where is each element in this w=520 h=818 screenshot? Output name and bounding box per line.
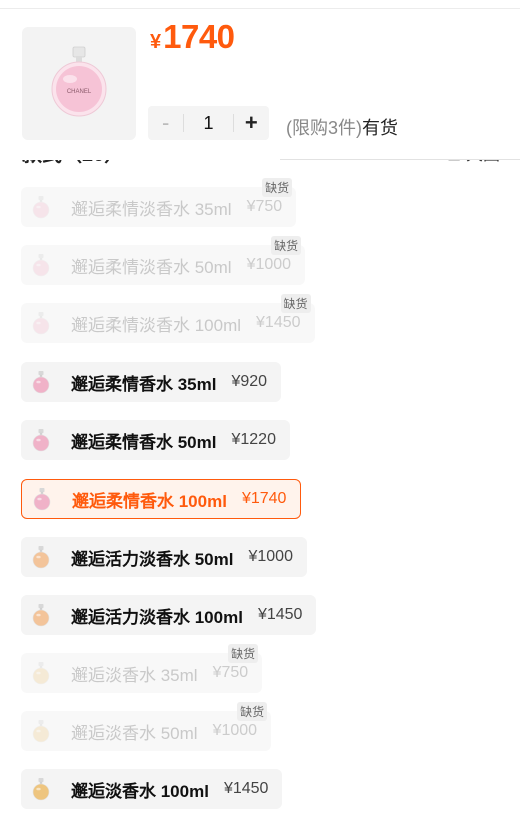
- variant-option[interactable]: 邂逅活力淡香水 100ml ¥1450: [21, 595, 317, 635]
- perfume-bottle-icon: [29, 194, 53, 220]
- variant-price: ¥1450: [223, 780, 269, 797]
- variant-option[interactable]: 邂逅柔情香水 35ml ¥920: [21, 362, 282, 402]
- variant-price: ¥1450: [256, 314, 301, 331]
- divider: [0, 8, 520, 9]
- variant-option[interactable]: 邂逅淡香水 50ml ¥1000 缺货: [21, 702, 272, 751]
- increase-button[interactable]: +: [234, 106, 269, 140]
- variant-name: 邂逅柔情香水 100ml: [72, 491, 227, 511]
- product-summary: CHANEL ¥ 1740 - 1 + (限购3件)有货: [0, 0, 520, 160]
- perfume-bottle-icon: [29, 776, 53, 802]
- perfume-bottle-icon: [30, 486, 54, 512]
- product-image: CHANEL: [22, 27, 136, 140]
- price: ¥ 1740: [150, 18, 235, 56]
- out-of-stock-badge: 缺货: [271, 236, 302, 255]
- variant-name: 邂逅淡香水 50ml: [71, 723, 198, 743]
- perfume-bottle-icon: [29, 718, 53, 744]
- perfume-bottle-icon: [29, 544, 53, 570]
- variant-name: 邂逅柔情香水 50ml: [71, 432, 217, 452]
- variant-option[interactable]: 邂逅柔情香水 50ml ¥1220: [21, 420, 290, 460]
- perfume-bottle-icon: [29, 369, 53, 395]
- purchase-limit: (限购3件): [286, 118, 362, 138]
- variant-price: ¥1000: [248, 548, 293, 565]
- out-of-stock-badge: 缺货: [280, 294, 311, 313]
- variant-price: ¥1740: [241, 490, 287, 507]
- decrease-button[interactable]: -: [148, 106, 183, 140]
- variant-option[interactable]: 邂逅淡香水 100ml ¥1450: [21, 769, 283, 809]
- divider: [280, 159, 520, 160]
- price-value: 1740: [163, 18, 235, 55]
- variant-option[interactable]: 邂逅活力淡香水 50ml ¥1000: [21, 537, 307, 577]
- variant-name: 邂逅柔情淡香水 50ml: [71, 257, 232, 277]
- stock-status: 有货: [362, 118, 398, 138]
- variant-option[interactable]: 邂逅淡香水 35ml ¥750 缺货: [21, 644, 263, 693]
- perfume-bottle-icon: [29, 660, 53, 686]
- variant-option[interactable]: 邂逅柔情香水 100ml ¥1740: [21, 479, 302, 519]
- variant-price: ¥1450: [257, 606, 303, 623]
- out-of-stock-badge: 缺货: [237, 702, 268, 721]
- variant-name: 邂逅柔情香水 35ml: [71, 374, 217, 394]
- variant-name: 邂逅活力淡香水 100ml: [71, 607, 243, 627]
- quantity-value[interactable]: 1: [184, 113, 232, 134]
- variant-price: ¥750: [212, 664, 249, 681]
- out-of-stock-badge: 缺货: [228, 644, 259, 663]
- variant-name: 邂逅淡香水 100ml: [71, 781, 209, 801]
- variant-name: 邂逅活力淡香水 50ml: [71, 549, 234, 569]
- variant-name: 邂逅柔情淡香水 35ml: [71, 199, 232, 219]
- stock-info: (限购3件)有货: [286, 114, 398, 140]
- variant-option[interactable]: 邂逅柔情淡香水 35ml ¥750 缺货: [21, 178, 297, 227]
- variant-price: ¥1000: [246, 256, 292, 273]
- variant-option[interactable]: 邂逅柔情淡香水 100ml ¥1450 缺货: [21, 294, 315, 343]
- quantity-stepper: - 1 +: [148, 106, 269, 140]
- perfume-bottle-icon: [29, 252, 53, 278]
- variant-option[interactable]: 邂逅柔情淡香水 50ml ¥1000 缺货: [21, 236, 306, 285]
- variant-name: 邂逅柔情淡香水 100ml: [71, 315, 242, 335]
- perfume-bottle-icon: [29, 427, 53, 453]
- perfume-bottle-icon: [29, 310, 53, 336]
- out-of-stock-badge: 缺货: [262, 178, 293, 197]
- variant-price: ¥1220: [231, 431, 276, 448]
- variant-price: ¥750: [246, 198, 283, 215]
- variant-price: ¥920: [231, 373, 268, 390]
- currency-symbol: ¥: [150, 31, 162, 53]
- variant-price: ¥1000: [212, 722, 258, 739]
- perfume-bottle-icon: CHANEL: [51, 46, 107, 117]
- perfume-bottle-icon: [29, 602, 53, 628]
- brand-text: CHANEL: [67, 89, 92, 95]
- variant-name: 邂逅淡香水 35ml: [71, 665, 198, 685]
